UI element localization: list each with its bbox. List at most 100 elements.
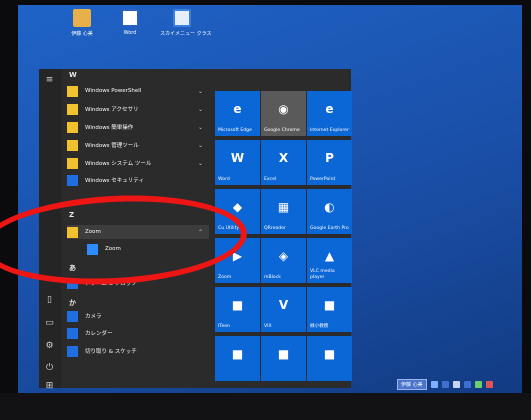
tile-excel[interactable]: X Excel <box>261 140 306 185</box>
app-label: Windows セキュリティ <box>85 178 144 184</box>
tile-label: Excel <box>264 176 277 182</box>
tile-internet-explorer[interactable]: e Internet Explorer <box>307 91 352 136</box>
desktop-icon-word[interactable]: Word <box>108 9 152 36</box>
section-letter-ka[interactable]: か <box>69 298 76 308</box>
taskbar-user-label[interactable]: 伊藤 心美 <box>397 379 427 390</box>
tile-mblock[interactable]: ◈ mBlock <box>261 238 306 283</box>
tile-label: Google Chrome <box>264 127 300 133</box>
tile-label: Word <box>218 176 230 182</box>
ie-icon: e <box>325 102 334 116</box>
tile-google-earth-pro[interactable]: ◐ Google Earth Pro <box>307 189 352 234</box>
app-label: Windows 簡単操作 <box>85 125 134 131</box>
app-icon[interactable] <box>463 381 471 388</box>
app-icon: ■ <box>231 298 244 312</box>
app-windows-security[interactable]: Windows セキュリティ <box>67 173 209 187</box>
desktop-icon-label: Word <box>123 30 137 36</box>
vix-icon: V <box>278 298 289 312</box>
chevron-down-icon: ⌄ <box>197 159 203 167</box>
tile-label: VIX <box>264 323 272 329</box>
app-icon: ■ <box>277 347 290 361</box>
taskbar: 伊藤 心美 <box>393 376 522 393</box>
start-windows-icon[interactable]: ⊞ <box>44 381 55 392</box>
tile-app[interactable]: ■ <box>261 336 306 381</box>
powerpoint-icon: P <box>325 151 334 165</box>
tile-app[interactable]: ■ <box>215 336 260 381</box>
app-folder-windows-accessories[interactable]: Windows アクセサリ ⌄ <box>67 102 209 116</box>
app-folder-windows-admin-tools[interactable]: Windows 管理ツール ⌄ <box>67 138 209 152</box>
tile-microsoft-edge[interactable]: e Microsoft Edge <box>215 91 260 136</box>
tile-powerpoint[interactable]: P PowerPoint <box>307 140 352 185</box>
tile-app[interactable]: ■ 緑小教務 <box>307 287 352 332</box>
app-folder-windows-system-tools[interactable]: Windows システム ツール ⌄ <box>67 156 209 170</box>
shield-icon <box>67 174 78 186</box>
app-label: カメラ <box>85 314 102 320</box>
skymenu-icon <box>173 9 191 27</box>
tile-label: PowerPoint <box>310 176 336 182</box>
camera-icon <box>67 310 78 322</box>
tile-vix[interactable]: V VIX <box>261 287 306 332</box>
app-icon: ■ <box>231 347 244 361</box>
chevron-down-icon: ⌄ <box>197 87 203 95</box>
network-icon[interactable] <box>430 381 438 388</box>
word-icon <box>121 9 139 27</box>
tile-label: mBlock <box>264 274 281 280</box>
tile-iteen[interactable]: ■ ITeen <box>215 287 260 332</box>
tile-app[interactable]: ■ <box>307 336 352 381</box>
settings-gear-icon[interactable]: ⚙ <box>44 341 55 352</box>
user-folder-icon <box>73 9 91 27</box>
folder-icon <box>67 157 78 169</box>
tile-label: VLC media player <box>310 269 335 280</box>
tile-word[interactable]: W Word <box>215 140 260 185</box>
utility-icon: ◆ <box>232 200 243 214</box>
tile-label: 緑小教務 <box>310 323 329 329</box>
monitor-bezel <box>0 393 531 420</box>
app-camera[interactable]: カメラ <box>67 309 209 323</box>
desktop-icon-label: 伊藤 心美 <box>71 31 93 37</box>
vlc-icon: ▲ <box>324 249 335 263</box>
app-label: Windows アクセサリ <box>85 107 139 113</box>
app-icon[interactable] <box>485 381 493 388</box>
calendar-icon <box>67 327 78 339</box>
app-label: Windows PowerShell <box>85 88 142 94</box>
word-icon: W <box>230 151 245 165</box>
app-icon[interactable] <box>441 381 449 388</box>
chevron-down-icon: ⌄ <box>197 141 203 149</box>
scissors-icon <box>67 345 78 357</box>
app-icon[interactable] <box>452 381 460 388</box>
folder-icon <box>67 103 78 115</box>
pictures-icon[interactable]: ▭ <box>44 318 55 329</box>
app-label: カレンダー <box>85 331 113 337</box>
app-label: 切り取り & スケッチ <box>85 349 137 355</box>
tile-label: ITeen <box>218 323 230 329</box>
mblock-icon: ◈ <box>278 249 289 263</box>
tile-vlc-media-player[interactable]: ▲ VLC media player <box>307 238 352 283</box>
section-letter-w[interactable]: W <box>69 71 77 79</box>
desktop-icon-skymenu[interactable]: スカイメニュー クラス <box>160 9 212 37</box>
app-snip-sketch[interactable]: 切り取り & スケッチ <box>67 344 209 358</box>
app-folder-windows-powershell[interactable]: Windows PowerShell ⌄ <box>67 84 209 98</box>
hamburger-menu-icon[interactable]: ≡ <box>44 75 55 86</box>
tile-qrreader[interactable]: ▦ QRreader <box>261 189 306 234</box>
tile-google-chrome[interactable]: ◉ Google Chrome <box>261 91 306 136</box>
power-icon[interactable]: ⏻ <box>44 363 55 374</box>
app-label: Windows 管理ツール <box>85 143 139 149</box>
tile-label: Internet Explorer <box>310 127 349 133</box>
qr-icon: ▦ <box>277 200 290 214</box>
folder-icon <box>67 121 78 133</box>
chrome-icon: ◉ <box>278 102 289 116</box>
tile-label: Microsoft Edge <box>218 127 252 133</box>
desktop-icon-label: スカイメニュー クラス <box>160 31 212 37</box>
tile-label: QRreader <box>264 225 286 231</box>
document-icon[interactable]: ▯ <box>44 295 55 306</box>
app-icon[interactable] <box>474 381 482 388</box>
app-folder-windows-ease-of-access[interactable]: Windows 簡単操作 ⌄ <box>67 120 209 134</box>
earth-icon: ◐ <box>324 200 335 214</box>
app-calendar[interactable]: カレンダー <box>67 326 209 340</box>
chevron-down-icon: ⌄ <box>197 123 203 131</box>
chevron-down-icon: ⌄ <box>197 105 203 113</box>
excel-icon: X <box>278 151 289 165</box>
app-icon: ■ <box>323 347 336 361</box>
app-label: Windows システム ツール <box>85 161 152 167</box>
tile-label: Google Earth Pro <box>310 225 349 231</box>
desktop-icon-user-folder[interactable]: 伊藤 心美 <box>60 9 104 37</box>
